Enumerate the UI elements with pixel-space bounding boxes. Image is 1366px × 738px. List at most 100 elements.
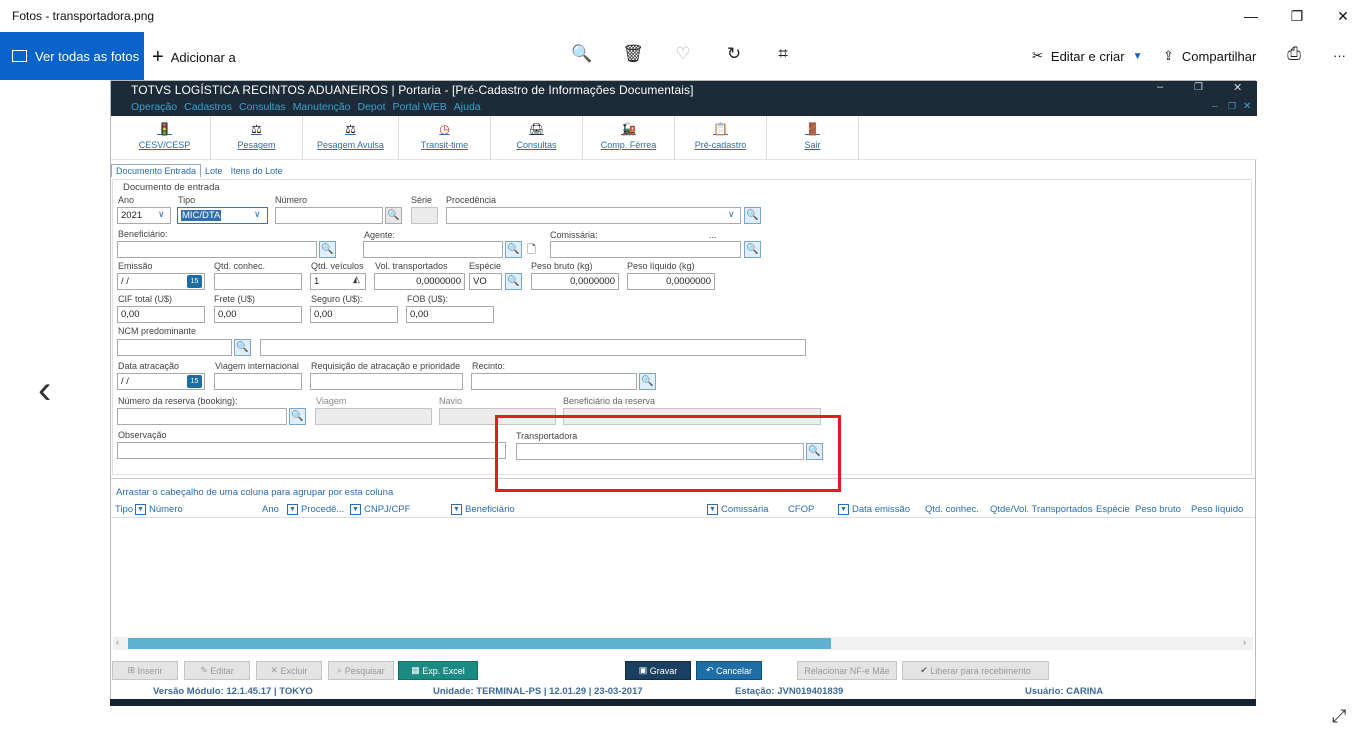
share-button[interactable]: ⇪ Compartilhar <box>1163 48 1256 64</box>
search-icon[interactable]: 🔍 <box>385 207 402 224</box>
especie-input[interactable]: VO <box>469 273 502 290</box>
serie-input[interactable] <box>411 207 438 224</box>
filter-icon[interactable]: ▼ <box>451 504 462 515</box>
col-especie[interactable]: Espécie <box>1096 504 1130 515</box>
search-icon[interactable]: 🔍 <box>744 241 761 258</box>
zoom-icon[interactable]: 🔍 <box>570 44 594 64</box>
fullscreen-icon[interactable]: ⤢ <box>1332 706 1346 727</box>
col-numero[interactable]: ▼ Número <box>135 504 183 515</box>
previous-photo-icon[interactable]: ‹ <box>38 368 51 413</box>
tab-documento-entrada[interactable]: Documento Entrada <box>111 164 202 177</box>
tool-pre-cadastro[interactable]: 📋 Pré-cadastro <box>675 116 767 160</box>
crop-icon[interactable]: ⌗ <box>771 44 795 64</box>
pesquisar-button[interactable]: ⌕ Pesquisar <box>328 661 394 680</box>
search-icon[interactable]: 🔍 <box>319 241 336 258</box>
col-cfop[interactable]: CFOP <box>788 504 814 515</box>
calendar-icon[interactable]: 15 <box>187 275 202 288</box>
favorite-icon[interactable]: ♡ <box>671 44 695 64</box>
close-button[interactable]: ✕ <box>1320 0 1366 32</box>
procedencia-select[interactable] <box>446 207 741 224</box>
editar-button[interactable]: ✎ Editar <box>184 661 250 680</box>
cancelar-button[interactable]: ↶ Cancelar <box>696 661 762 680</box>
app-close-button[interactable]: ✕ <box>1233 81 1242 94</box>
col-ano[interactable]: Ano <box>262 504 279 515</box>
doc-restore-button[interactable]: ❐ <box>1228 101 1236 112</box>
agente-input[interactable] <box>363 241 503 258</box>
scroll-right-icon[interactable]: › <box>1243 637 1246 647</box>
beneficiario-input[interactable] <box>117 241 317 258</box>
scrollbar-thumb[interactable] <box>128 638 831 649</box>
search-icon[interactable]: 🔍 <box>744 207 761 224</box>
tool-comp-ferrea[interactable]: 🚂 Comp. Férrea <box>583 116 675 160</box>
tool-sair[interactable]: 🚪 Sair <box>767 116 859 160</box>
new-document-icon[interactable]: 🗋 <box>527 241 536 260</box>
search-icon[interactable]: 🔍 <box>639 373 656 390</box>
search-icon[interactable]: 🔍 <box>289 408 306 425</box>
gravar-button[interactable]: ▣ Gravar <box>625 661 691 680</box>
col-peso-bruto[interactable]: Peso bruto <box>1135 504 1181 515</box>
delete-icon[interactable]: 🗑 <box>621 44 645 64</box>
observacao-input[interactable] <box>117 442 506 459</box>
print-icon[interactable]: ⎙ <box>1282 44 1306 64</box>
minimize-button[interactable]: — <box>1228 0 1274 32</box>
tab-lote[interactable]: Lote <box>201 165 227 177</box>
filter-icon[interactable]: ▼ <box>287 504 298 515</box>
fob-input[interactable]: 0,00 <box>406 306 494 323</box>
menu-cadastros[interactable]: Cadastros <box>184 101 232 113</box>
col-peso-liquido[interactable]: Peso líquido <box>1191 504 1243 515</box>
peso-bruto-input[interactable]: 0,0000000 <box>531 273 619 290</box>
tool-transit-time[interactable]: ◷ Transit-time <box>399 116 491 160</box>
menu-portal-web[interactable]: Portal WEB <box>393 101 447 113</box>
menu-manutencao[interactable]: Manutenção <box>293 101 351 113</box>
horizontal-scrollbar[interactable]: ‹ › <box>113 637 1253 650</box>
edit-create-button[interactable]: ✂ Editar e criar ▼ <box>1032 48 1143 64</box>
scroll-left-icon[interactable]: ‹ <box>116 637 119 647</box>
relacionar-nfe-button[interactable]: Relacionar NF-e Mãe <box>797 661 897 680</box>
col-cnpj[interactable]: ▼ CNPJ/CPF <box>350 504 410 515</box>
requisicao-input[interactable] <box>310 373 463 390</box>
filter-icon[interactable]: ▼ <box>350 504 361 515</box>
liberar-recebimento-button[interactable]: ✔ Liberar para recebimento <box>902 661 1049 680</box>
comissaria-input[interactable] <box>550 241 741 258</box>
app-minimize-button[interactable]: – <box>1157 81 1163 93</box>
reserva-input[interactable] <box>117 408 287 425</box>
viagem-internacional-input[interactable] <box>214 373 302 390</box>
col-data-emissao[interactable]: ▼ Data emissão <box>838 504 910 515</box>
ncm-input[interactable] <box>117 339 232 356</box>
menu-consultas[interactable]: Consultas <box>239 101 286 113</box>
doc-minimize-button[interactable]: – <box>1212 101 1218 112</box>
menu-depot[interactable]: Depot <box>357 101 385 113</box>
tool-cesv-cesp[interactable]: 🚦 CESV/CESP <box>119 116 211 160</box>
search-icon[interactable]: 🔍 <box>234 339 251 356</box>
ncm-description[interactable] <box>260 339 806 356</box>
frete-input[interactable]: 0,00 <box>214 306 302 323</box>
maximize-button[interactable]: ❐ <box>1274 0 1320 32</box>
search-icon[interactable]: 🔍 <box>505 241 522 258</box>
recinto-input[interactable] <box>471 373 637 390</box>
excluir-button[interactable]: ✕ Excluir <box>256 661 322 680</box>
numero-input[interactable] <box>275 207 383 224</box>
col-tipo[interactable]: Tipo <box>115 504 133 515</box>
filter-icon[interactable]: ▼ <box>135 504 146 515</box>
qtd-conhec-input[interactable] <box>214 273 302 290</box>
vol-transportados-input[interactable]: 0,0000000 <box>374 273 465 290</box>
app-restore-button[interactable]: ❐ <box>1194 82 1203 93</box>
col-qtd-conhec[interactable]: Qtd. conhec. <box>925 504 979 515</box>
tool-pesagem-avulsa[interactable]: ⚖ Pesagem Avulsa <box>303 116 399 160</box>
inserir-button[interactable]: ⊞ Inserir <box>112 661 178 680</box>
col-qtde-vol[interactable]: Qtde/Vol. Transportados <box>990 504 1092 515</box>
cif-input[interactable]: 0,00 <box>117 306 205 323</box>
seguro-input[interactable]: 0,00 <box>310 306 398 323</box>
search-icon[interactable]: 🔍 <box>505 273 522 290</box>
exp-excel-button[interactable]: ▦ Exp. Excel <box>398 661 478 680</box>
calendar-icon[interactable]: 15 <box>187 375 202 388</box>
menu-operacao[interactable]: Operação <box>131 101 177 113</box>
doc-close-button[interactable]: ✕ <box>1243 101 1251 112</box>
filter-icon[interactable]: ▼ <box>838 504 849 515</box>
spinner-icon[interactable]: ◭ <box>353 274 360 285</box>
tool-pesagem[interactable]: ⚖ Pesagem <box>211 116 303 160</box>
col-beneficiario[interactable]: ▼ Beneficiário <box>451 504 515 515</box>
menu-ajuda[interactable]: Ajuda <box>454 101 481 113</box>
add-to-button[interactable]: + Adicionar a <box>152 46 236 69</box>
view-all-photos-button[interactable]: Ver todas as fotos <box>0 32 144 80</box>
